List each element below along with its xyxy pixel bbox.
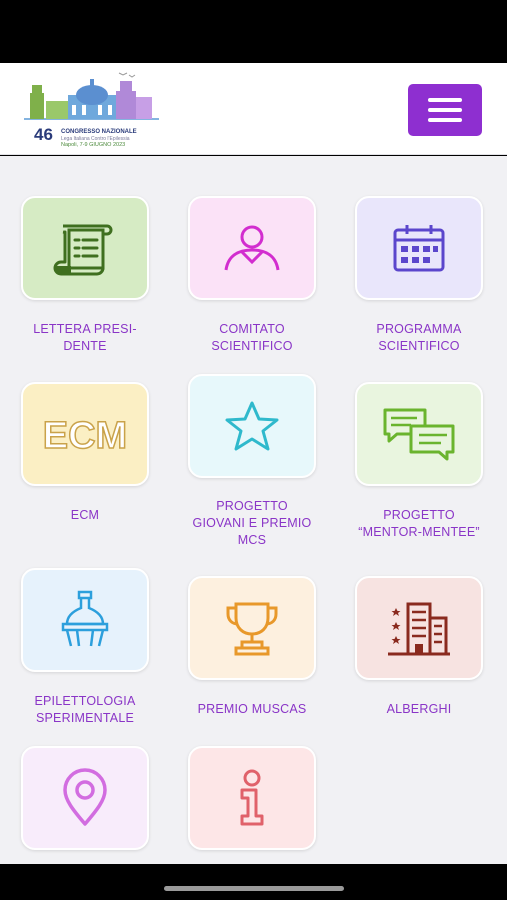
tile-label-programma-scientifico[interactable]: PROGRAMMA SCIENTIFICO [344,321,494,355]
scroll-icon [53,224,113,276]
bottom-bar [0,864,507,900]
tile-label-ecm[interactable]: ECM [10,507,160,524]
ecm-text-icon: ECM [42,414,128,456]
flask-icon [61,590,109,647]
calendar-icon [393,225,445,272]
tile-info[interactable] [188,746,316,850]
tile-lettera-presidente[interactable] [21,196,149,300]
tile-ecm[interactable]: ECM [21,382,149,486]
logo-number: 46 [34,125,53,144]
logo-title: CONGRESSO NAZIONALE [61,129,137,135]
star-icon [225,401,279,451]
tile-label-epilettologia[interactable]: EPILETTOLOGIA SPERIMENTALE [10,693,160,727]
tile-label-alberghi[interactable]: ALBERGHI [344,701,494,718]
app-header: 46 CONGRESSO NAZIONALE Lega Italiana Con… [0,63,507,155]
tile-label-premio-muscas[interactable]: PREMIO MUSCAS [177,701,327,718]
svg-text:ECM: ECM [43,415,127,456]
tile-label-comitato-scientifico[interactable]: COMITATO SCIENTIFICO [177,321,327,355]
tile-programma-scientifico[interactable] [355,196,483,300]
congress-logo[interactable]: 46 CONGRESSO NAZIONALE Lega Italiana Con… [24,71,159,148]
tile-progetto-giovani[interactable] [188,374,316,478]
tile-alberghi[interactable] [355,576,483,680]
tile-label-mentor-mentee[interactable]: PROGETTO “MENTOR-MENTEE” [344,507,494,541]
menu-button[interactable] [408,84,482,136]
tile-comitato-scientifico[interactable] [188,196,316,300]
tile-label-progetto-giovani[interactable]: PROGETTO GIOVANI E PREMIO MCS [177,498,327,549]
hotel-icon [388,602,450,656]
tile-epilettologia[interactable] [21,568,149,672]
hamburger-icon [428,98,462,102]
user-icon [224,225,280,271]
trophy-icon [226,602,278,656]
location-pin-icon [63,768,107,826]
tile-label-lettera-presidente[interactable]: LETTERA PRESI- DENTE [10,321,160,355]
chat-icon [383,408,455,461]
tile-premio-muscas[interactable] [188,576,316,680]
tile-mentor-mentee[interactable] [355,382,483,486]
logo-date: Napoli, 7-9 GIUGNO 2023 [61,142,126,148]
info-icon [240,769,264,826]
status-bar [0,0,507,63]
home-indicator[interactable] [164,886,344,891]
tile-mappa[interactable] [21,746,149,850]
tile-grid: LETTERA PRESI- DENTE COMITATO SCIENTIFICO … [0,156,507,864]
